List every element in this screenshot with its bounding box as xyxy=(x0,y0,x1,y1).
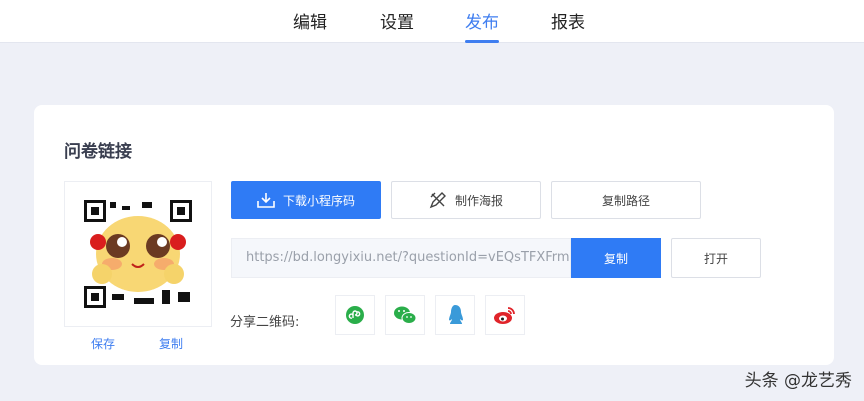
save-qr-link[interactable]: 保存 xyxy=(91,335,115,352)
share-miniprogram-button[interactable] xyxy=(335,295,375,335)
share-wechat-button[interactable] xyxy=(385,295,425,335)
make-poster-button[interactable]: 制作海报 xyxy=(391,181,541,219)
mini-program-icon xyxy=(346,306,364,324)
qr-code xyxy=(64,181,212,327)
tab-settings[interactable]: 设置 xyxy=(380,8,414,43)
watermark: 头条 @龙艺秀 xyxy=(744,371,852,391)
share-qq-button[interactable] xyxy=(435,295,475,335)
wechat-icon xyxy=(394,306,417,324)
poster-label: 制作海报 xyxy=(454,193,503,208)
tab-report[interactable]: 报表 xyxy=(551,8,585,43)
share-weibo-button[interactable] xyxy=(485,295,525,335)
pencil-ruler-icon xyxy=(429,192,446,209)
url-input[interactable]: https://bd.longyixiu.net/?questionId=vEQ… xyxy=(231,238,571,278)
tab-publish[interactable]: 发布 xyxy=(465,8,499,43)
qr-code-image xyxy=(84,200,192,308)
top-nav: 编辑 设置 发布 报表 xyxy=(0,0,864,43)
tab-edit[interactable]: 编辑 xyxy=(293,8,327,43)
link-card: 问卷链接 保存 复制 下载小程序码 制作海报 复制路径 https://bd.l… xyxy=(34,105,834,365)
share-label: 分享二维码: xyxy=(230,315,300,330)
copy-qr-link[interactable]: 复制 xyxy=(159,335,183,352)
copy-url-button[interactable]: 复制 xyxy=(571,238,661,278)
qq-icon xyxy=(449,305,463,324)
download-miniprogram-code-button[interactable]: 下载小程序码 xyxy=(231,181,381,219)
download-icon xyxy=(257,193,275,208)
weibo-icon xyxy=(494,307,515,324)
card-title: 问卷链接 xyxy=(64,142,132,162)
download-label: 下载小程序码 xyxy=(282,193,355,208)
open-url-button[interactable]: 打开 xyxy=(671,238,761,278)
copy-path-button[interactable]: 复制路径 xyxy=(551,181,701,219)
